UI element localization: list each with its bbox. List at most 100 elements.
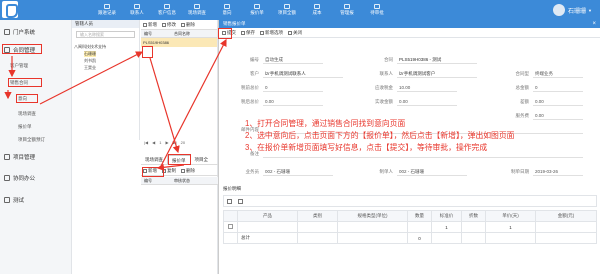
intent-icon	[224, 4, 230, 9]
sidebar-item-project[interactable]: 项目管理	[4, 153, 35, 161]
page-number[interactable]: 1	[159, 140, 161, 145]
contract-type-field[interactable]: 终端业务	[533, 70, 583, 78]
add-item-icon[interactable]	[227, 198, 232, 204]
delete-button[interactable]: 删除	[181, 22, 195, 28]
topnav-manage[interactable]: 管理报	[332, 0, 362, 20]
items-toolbar	[223, 195, 597, 207]
close-button[interactable]: 关闭	[288, 30, 302, 36]
field-label: 制单日期	[511, 168, 529, 174]
sidebar-item-home[interactable]: 门户系统	[4, 28, 35, 36]
items-header-row: 产品 类别 规格类型(单位) 数量 标准价 折数 单价(天) 金额(元)	[223, 210, 597, 222]
topnav-quote[interactable]: 报价单	[242, 0, 272, 20]
fullamount-icon	[284, 4, 290, 9]
row-cell[interactable]: 1	[431, 221, 462, 233]
survey-icon	[194, 4, 200, 9]
customer-field[interactable]: lzr手机调测试联系人	[263, 70, 343, 78]
row-checkbox[interactable]	[223, 221, 238, 233]
prev-page-button[interactable]: ◀	[152, 140, 155, 145]
list-grid-header: 编号 合同名称	[141, 30, 217, 38]
contract-field[interactable]: PLS519H0386 - 测试	[397, 56, 477, 64]
tree-node[interactable]: 刘书凯	[84, 58, 96, 64]
field-label: 业务员	[245, 168, 260, 174]
save-icon	[241, 30, 245, 35]
number-field[interactable]: 自动生成	[263, 56, 323, 64]
tab-fullamount[interactable]: 项目全	[191, 155, 213, 164]
manage-icon	[344, 4, 350, 9]
row-cell[interactable]	[535, 221, 597, 233]
tree-node[interactable]: 王昊业	[84, 65, 96, 71]
page-size-select[interactable]: 20	[181, 140, 185, 145]
first-page-button[interactable]: |◀	[144, 140, 148, 145]
contact-field[interactable]: lzr手机调测试客户	[397, 70, 477, 78]
add-button[interactable]: 新增	[143, 22, 157, 28]
highlight-sales	[8, 78, 42, 87]
chevron-down-icon: ▼	[588, 7, 592, 13]
topnav-contacts[interactable]: 联系人	[122, 0, 152, 20]
field-label: 联系人	[379, 70, 394, 76]
topnav-fullamount[interactable]: 项目全额	[272, 0, 302, 20]
sidebar-item-survey[interactable]: 现场调查	[18, 111, 36, 117]
field-label: 客户	[250, 70, 259, 76]
row-cell[interactable]: 1	[485, 221, 536, 233]
topnav-followup[interactable]: 跟进记录	[92, 0, 122, 20]
total-field[interactable]: 0	[533, 84, 583, 92]
salesperson-field[interactable]: 002 - 石珊珊	[263, 168, 333, 176]
sidebar-item-customer[interactable]: 客户管理	[10, 63, 28, 69]
create-date-field[interactable]: 2019-03-26	[533, 168, 583, 176]
items-section-title: 报价明细	[223, 186, 241, 191]
sub-delete-button[interactable]: 删除	[181, 168, 195, 174]
aftertax-field[interactable]: 0.00	[263, 98, 323, 106]
field-label: 合同	[384, 56, 393, 62]
staff-tree-panel: 管辖人员 输入名称搜索 八闽科技技术支持 石珊珊 刘书凯 王昊业	[72, 20, 140, 140]
field-label: 合同型	[515, 70, 530, 76]
next-page-button[interactable]: ▶	[165, 140, 168, 145]
topnav-intent[interactable]: 意向	[212, 0, 242, 20]
row-cell[interactable]	[407, 221, 432, 233]
contacts-icon	[134, 4, 140, 9]
pretax-field[interactable]: 0	[263, 84, 323, 92]
col-number: 编号	[144, 30, 152, 36]
delete-item-icon[interactable]	[238, 198, 243, 204]
detail-toolbar: 提交 保存 新增选项 关闭	[219, 28, 600, 38]
add-option-button[interactable]: 新增选项	[260, 30, 283, 36]
topnav-customers[interactable]: 客户信息	[152, 0, 182, 20]
topnav-survey[interactable]: 现场调查	[182, 0, 212, 20]
office-icon	[4, 175, 10, 181]
tab-survey[interactable]: 现场调查	[141, 155, 167, 164]
row-cell[interactable]	[337, 221, 408, 233]
received-field[interactable]: 0.00	[397, 98, 457, 106]
instruction-step-3: 3、在报价单新增页面填写好信息，点击【提交】，等待审批，操作完成	[245, 143, 488, 152]
topnav-approval[interactable]: 待审批	[362, 0, 392, 20]
copy-button[interactable]: 复制	[162, 168, 176, 174]
topnav-cost[interactable]: 成本	[302, 0, 332, 20]
total-label: 总计	[237, 232, 298, 244]
sidebar-item-test[interactable]: 测试	[4, 196, 24, 204]
creator-field[interactable]: 002 - 石珊珊	[397, 168, 467, 176]
user-menu[interactable]: 石珊珊 ▼	[553, 4, 592, 16]
top-nav: 跟进记录 联系人 客户信息 现场调查 意向 报价单 项目全额 成本 管理报 待审…	[92, 0, 392, 20]
tax-field[interactable]: 10.00	[397, 84, 457, 92]
sidebar-item-quote[interactable]: 报价单	[18, 124, 32, 130]
table-row[interactable]: 1 1	[223, 221, 597, 233]
save-button[interactable]: 保存	[241, 30, 255, 36]
last-page-button[interactable]: ▶|	[173, 140, 177, 145]
tree-root[interactable]: 八闽科技技术支持	[74, 44, 106, 50]
col-status: 审核状态	[174, 177, 190, 183]
sidebar-item-fullamount[interactable]: 项目全额预订	[18, 137, 45, 143]
tree-node[interactable]: 石珊珊	[84, 51, 96, 57]
difference-field[interactable]: 0.00	[533, 98, 583, 106]
col-spec: 规格类型(单位)	[337, 210, 408, 222]
row-cell[interactable]	[297, 221, 338, 233]
col-product: 产品	[237, 210, 298, 222]
row-cell[interactable]	[237, 221, 298, 233]
edit-button[interactable]: 修改	[162, 22, 176, 28]
close-icon[interactable]: ×	[592, 20, 596, 28]
service-fee-field[interactable]: 0.00	[533, 112, 583, 120]
row-cell	[461, 232, 486, 244]
tree-search-input[interactable]: 输入名称搜索	[76, 31, 135, 38]
sidebar-item-office[interactable]: 协同办公	[4, 174, 35, 182]
highlight-submit	[218, 28, 232, 39]
col-amount: 金额(元)	[535, 210, 597, 222]
row-cell	[431, 232, 462, 244]
row-cell[interactable]	[461, 221, 486, 233]
